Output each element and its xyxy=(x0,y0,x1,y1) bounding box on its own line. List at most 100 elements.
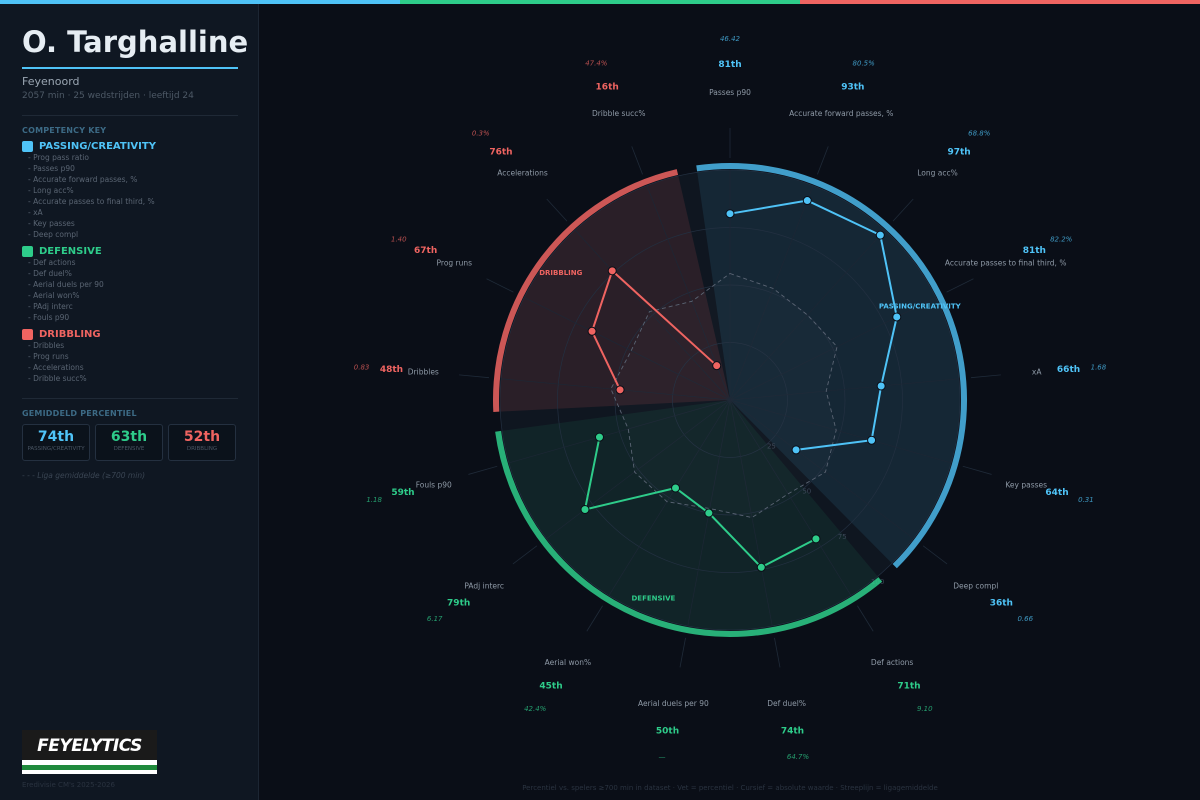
metric-value-label: 9.10 xyxy=(917,705,933,713)
group-item: - Def duel% xyxy=(28,269,72,278)
player-data-point xyxy=(802,196,812,206)
logo-stripe-white xyxy=(22,770,157,774)
metric-name-label: Aerial won% xyxy=(545,658,591,667)
metric-name-label: PAdj interc xyxy=(464,582,504,591)
group-header: PASSING/CREATIVITY xyxy=(22,141,236,152)
avg-box-dribbling: 52th DRIBBLING xyxy=(168,424,236,461)
group-item: - Deep compl xyxy=(28,230,79,239)
player-data-point xyxy=(615,385,625,395)
scale-tick-label: 75 xyxy=(838,533,847,541)
avg-box-defensive: 63th DEFENSIVE xyxy=(95,424,163,461)
competency-group-dribbling: DRIBBLING - Dribbles - Prog runs - Accel… xyxy=(22,329,236,384)
avg-percentile-row: 74th PASSING/CREATIVITY 63th DEFENSIVE 5… xyxy=(22,424,236,461)
player-data-point xyxy=(791,445,801,455)
metric-percentile-label: 67th xyxy=(414,246,437,256)
logo-text: FEYELYTICS xyxy=(37,736,142,756)
metric-percentile-label: 36th xyxy=(990,598,1013,608)
group-item: - Accurate forward passes, % xyxy=(28,175,138,184)
metric-name-label: Aerial duels per 90 xyxy=(638,699,709,708)
avg-percentile-title: GEMIDDELD PERCENTIEL xyxy=(22,409,137,418)
metric-name-label: Deep compl xyxy=(953,582,998,591)
group-item: - Prog pass ratio xyxy=(28,153,89,162)
metric-value-label: 0.31 xyxy=(1078,496,1094,504)
player-data-point xyxy=(756,562,766,572)
metric-value-label: — xyxy=(659,753,666,761)
metric-percentile-label: 74th xyxy=(781,726,804,736)
player-data-point xyxy=(875,230,885,240)
metric-percentile-label: 79th xyxy=(447,598,470,608)
competency-group-defensive: DEFENSIVE - Def actions - Def duel% - Ae… xyxy=(22,246,236,323)
dribbling-swatch xyxy=(22,329,33,340)
group-item: - Passes p90 xyxy=(28,164,75,173)
player-data-point xyxy=(876,381,886,391)
group-item: - Prog runs xyxy=(28,352,69,361)
player-data-point xyxy=(867,435,877,445)
group-item: - Aerial won% xyxy=(28,291,80,300)
metric-percentile-label: 48th xyxy=(380,365,403,375)
avg-label: PASSING/CREATIVITY xyxy=(27,446,85,452)
spoke-tick xyxy=(922,545,948,565)
group-header: DRIBBLING xyxy=(22,329,236,340)
metric-value-label: 1.68 xyxy=(1091,364,1107,372)
group-item: - PAdj interc xyxy=(28,302,73,311)
player-data-point xyxy=(594,432,604,442)
spoke-tick xyxy=(857,605,874,632)
avg-value: 63th xyxy=(110,429,148,445)
metric-name-label: Accurate forward passes, % xyxy=(789,109,893,118)
metric-name-label: Prog runs xyxy=(437,259,473,268)
player-meta: 2057 min · 25 wedstrijden · leeftijd 24 xyxy=(22,91,194,101)
spoke-tick xyxy=(892,198,914,222)
passing-swatch xyxy=(22,141,33,152)
player-data-point xyxy=(811,534,821,544)
name-underline xyxy=(22,67,238,69)
group-label: PASSING/CREATIVITY xyxy=(879,303,962,311)
metric-value-label: 0.83 xyxy=(354,364,370,372)
metric-value-label: 80.5% xyxy=(853,59,876,67)
group-item: - xA xyxy=(28,208,43,217)
group-item: - Def actions xyxy=(28,258,76,267)
metric-value-label: 64.7% xyxy=(787,753,810,761)
group-item: - Accelerations xyxy=(28,363,84,372)
scale-tick-label: 50 xyxy=(802,488,811,496)
metric-value-label: 68.8% xyxy=(968,129,991,137)
metric-name-label: Accurate passes to final third, % xyxy=(945,259,1067,268)
competency-group-passing: PASSING/CREATIVITY - Prog pass ratio - P… xyxy=(22,141,236,240)
metric-name-label: Passes p90 xyxy=(709,88,751,97)
radar-chart: 255075100PASSING/CREATIVITYDEFENSIVEDRIB… xyxy=(354,35,1107,761)
group-item: - Fouls p90 xyxy=(28,313,70,322)
metric-name-label: Accelerations xyxy=(497,168,548,177)
group-item: - Dribble succ% xyxy=(28,374,87,383)
player-data-point xyxy=(580,504,590,514)
group-item: - Accurate passes to final third, % xyxy=(28,197,155,206)
metric-percentile-label: 81th xyxy=(1023,246,1046,256)
metric-value-label: 1.18 xyxy=(366,496,382,504)
metric-percentile-label: 59th xyxy=(391,488,414,498)
spoke-tick xyxy=(546,198,568,222)
spoke-tick xyxy=(946,278,974,293)
avg-box-passing: 74th PASSING/CREATIVITY xyxy=(22,424,90,461)
league-average-legend: - - - Liga gemiddelde (≥700 min) xyxy=(22,471,145,480)
player-data-point xyxy=(712,361,722,371)
spoke-tick xyxy=(486,278,514,293)
spoke-tick xyxy=(631,146,643,175)
player-data-point xyxy=(725,209,735,219)
metric-percentile-label: 66th xyxy=(1057,365,1080,375)
avg-label: DEFENSIVE xyxy=(113,446,145,452)
group-item: - Key passes xyxy=(28,219,75,228)
sidebar: O. Targhalline Feyenoord 2057 min · 25 w… xyxy=(0,4,259,800)
divider xyxy=(22,115,238,116)
spoke-tick xyxy=(962,465,992,475)
metric-name-label: Def duel% xyxy=(767,699,806,708)
spoke-tick xyxy=(679,637,686,668)
metric-percentile-label: 76th xyxy=(489,148,512,158)
player-data-point xyxy=(892,312,902,322)
avg-value: 52th xyxy=(183,429,221,445)
metric-name-label: Dribbles xyxy=(408,368,439,377)
metric-value-label: 0.66 xyxy=(1017,615,1033,623)
player-data-point xyxy=(607,266,617,276)
metric-name-label: Long acc% xyxy=(917,168,958,177)
metric-percentile-label: 81th xyxy=(718,60,741,70)
club-name: Feyenoord xyxy=(22,75,80,88)
metric-name-label: Key passes xyxy=(1005,480,1047,489)
metric-value-label: 42.4% xyxy=(524,705,547,713)
